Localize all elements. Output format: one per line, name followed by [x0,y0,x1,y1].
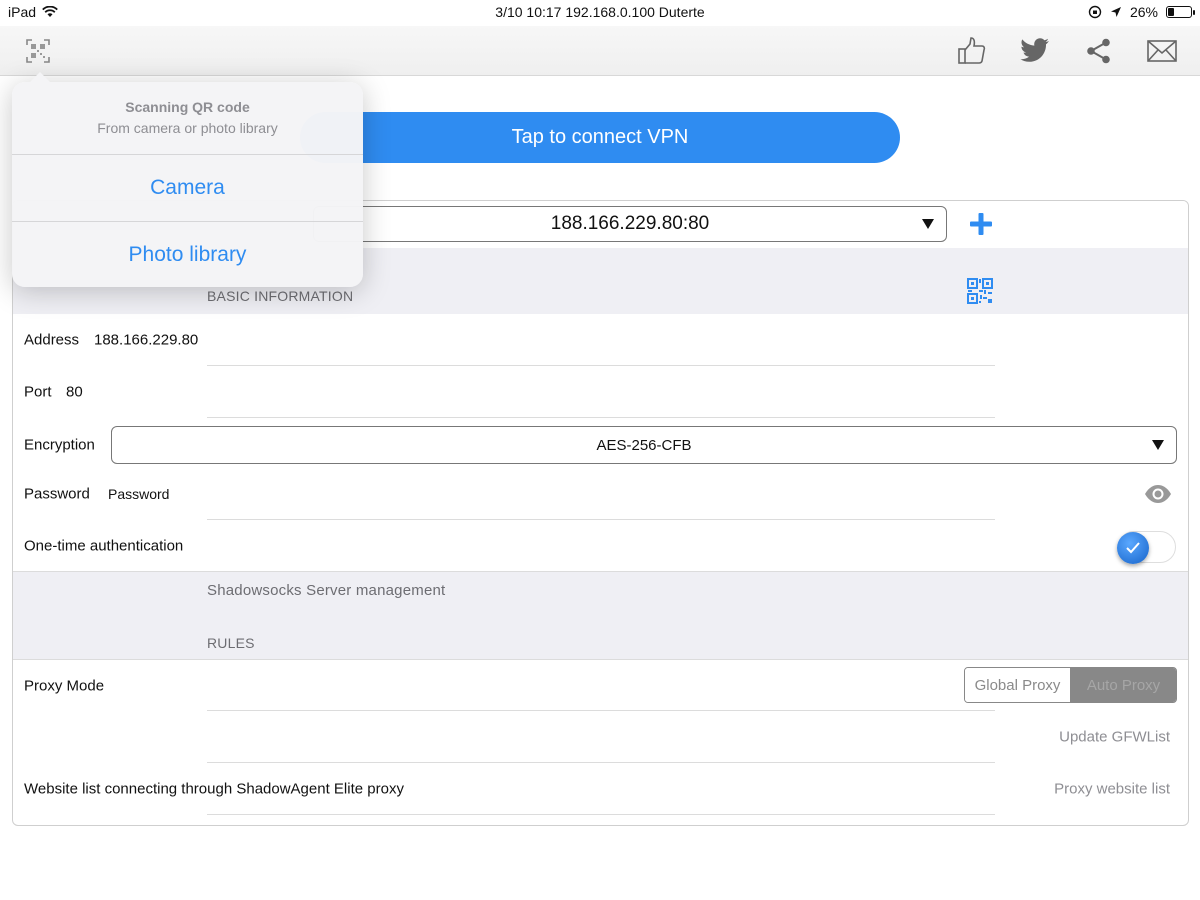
ota-toggle[interactable] [1117,531,1176,564]
photo-library-option[interactable]: Photo library [12,221,363,288]
password-label: Password [24,485,90,503]
status-center-text: 3/10 10:17 192.168.0.100 Duterte [495,4,705,20]
server-select[interactable]: 188.166.229.80:80 [313,206,947,242]
port-row: Port 80 [13,366,1188,418]
popover-header: Scanning QR code From camera or photo li… [12,82,363,154]
rules-title: RULES [207,635,255,651]
location-icon [1110,7,1121,17]
ota-label: One-time authentication [24,537,184,554]
thumbs-up-icon[interactable] [955,34,989,68]
password-input[interactable]: Password [108,486,169,502]
connect-vpn-button[interactable]: Tap to connect VPN [300,112,900,163]
toggle-knob [1117,532,1149,564]
chevron-down-icon [922,219,934,229]
encryption-select[interactable]: AES-256-CFB [111,426,1177,464]
chevron-down-icon [1152,440,1164,450]
server-select-value: 188.166.229.80:80 [550,213,710,234]
settings-panel: 188.166.229.80:80 BASIC INFORMATION Addr… [12,200,1189,826]
share-icon[interactable] [1082,34,1116,68]
orientation-lock-icon [1088,5,1102,19]
proxy-mode-row: Proxy Mode Global Proxy Auto Proxy [13,659,1188,711]
proxy-mode-segmented-control: Global Proxy Auto Proxy [964,667,1177,703]
qr-scan-icon[interactable] [21,34,55,68]
server-management-link[interactable]: Shadowsocks Server management [207,582,445,599]
update-gfwlist-button[interactable]: Update GFWList [1059,729,1170,746]
ota-row: One-time authentication [13,520,1188,571]
popover-title: Scanning QR code [125,99,250,115]
status-bar: iPad 3/10 10:17 192.168.0.100 Duterte 26… [0,0,1200,26]
address-row: Address 188.166.229.80 [13,314,1188,366]
website-list-row: Website list connecting through ShadowAg… [13,763,1188,815]
qr-code-icon[interactable] [967,278,993,304]
basic-information-title: BASIC INFORMATION [207,288,354,304]
encryption-select-value: AES-256-CFB [596,436,692,454]
nav-bar [0,26,1200,76]
battery-percent: 26% [1129,4,1158,20]
rules-header: Shadowsocks Server management RULES [13,571,1188,659]
popover-subtitle: From camera or photo library [97,120,278,136]
encryption-label: Encryption [24,436,95,454]
eye-icon[interactable] [1144,484,1172,504]
auto-proxy-segment[interactable]: Auto Proxy [1071,668,1176,702]
checkmark-icon [1126,542,1140,554]
password-row: Password Password [13,468,1188,520]
port-label: Port [24,383,52,401]
update-gfwlist-row: Update GFWList [13,711,1188,763]
camera-option[interactable]: Camera [12,154,363,221]
proxy-mode-label: Proxy Mode [24,677,105,694]
battery-icon [1166,6,1195,18]
address-value[interactable]: 188.166.229.80 [94,332,198,349]
twitter-icon[interactable] [1018,34,1052,68]
encryption-row: Encryption AES-256-CFB [13,418,1188,472]
proxy-website-list-button[interactable]: Proxy website list [1054,781,1170,798]
add-server-button[interactable] [968,211,994,237]
mail-icon[interactable] [1145,34,1179,68]
global-proxy-segment[interactable]: Global Proxy [965,668,1071,702]
website-list-label: Website list connecting through ShadowAg… [24,780,404,798]
address-label: Address [24,331,80,349]
port-value[interactable]: 80 [66,384,83,401]
qr-scan-popover: Scanning QR code From camera or photo li… [12,72,363,288]
